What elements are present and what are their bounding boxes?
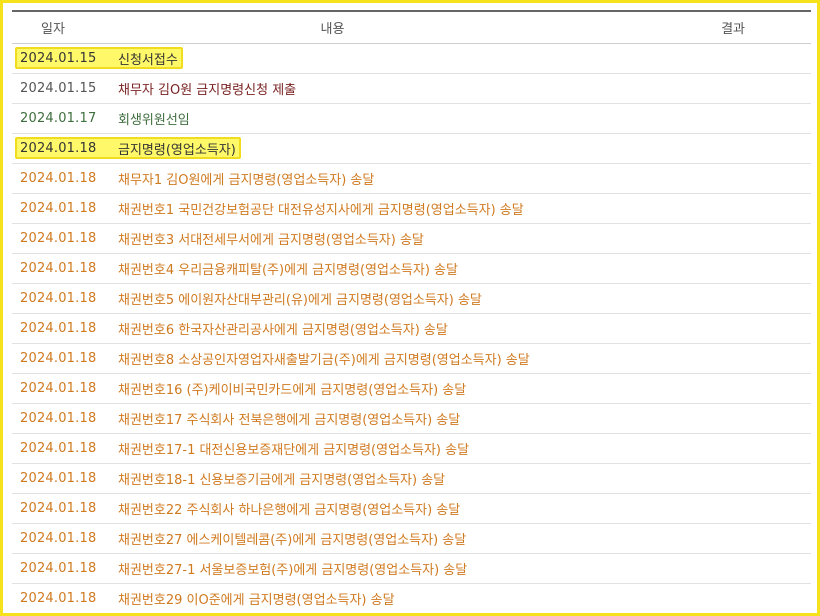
header-date: 일자 [41,22,65,37]
row-content: 채권번호16 (주)케이비국민카드에게 금지명령(영업소득자) 송달 [118,383,467,398]
table-row: 2024.01.18 금지명령(영업소득자) [12,134,811,164]
row-content: 채권번호17 주식회사 전북은행에게 금지명령(영업소득자) 송달 [118,413,461,428]
row-date: 2024.01.18 [20,261,97,276]
table-row: 2024.01.18 채권번호18-1 신용보증기금에게 금지명령(영업소득자) … [12,464,811,494]
row-date: 2024.01.18 [20,141,97,156]
table-row: 2024.01.18 채권번호5 에이원자산대부관리(유)에게 금지명령(영업소득… [12,284,811,314]
row-content: 채권번호5 에이원자산대부관리(유)에게 금지명령(영업소득자) 송달 [118,293,482,308]
row-content: 채권번호8 소상공인자영업자새출발기금(주)에게 금지명령(영업소득자) 송달 [118,353,530,368]
table-row: 2024.01.18 채권번호22 주식회사 하나은행에게 금지명령(영업소득자)… [12,494,811,524]
row-date: 2024.01.18 [20,531,97,546]
row-date: 2024.01.18 [20,201,97,216]
table-row: 2024.01.18 채권번호3 서대전세무서에게 금지명령(영업소득자) 송달 [12,224,811,254]
row-date: 2024.01.18 [20,591,97,606]
table-row: 2024.01.18 채무자1 김O원에게 금지명령(영업소득자) 송달 [12,164,811,194]
table-row: 2024.01.15 채무자 김O원 금지명령신청 제출 [12,74,811,104]
table-header: 일자 내용 결과 [12,12,811,44]
row-date: 2024.01.15 [20,81,97,96]
row-content: 채권번호6 한국자산관리공사에게 금지명령(영업소득자) 송달 [118,323,448,338]
case-history-table: 일자 내용 결과 2024.01.15 신청서접수 2024.01.15 채무자 김O… [12,10,811,613]
row-date: 2024.01.18 [20,501,97,516]
row-date: 2024.01.18 [20,291,97,306]
table-row: 2024.01.18 채권번호4 우리금융캐피탈(주)에게 금지명령(영업소득자)… [12,254,811,284]
row-content: 채무자 김O원 금지명령신청 제출 [118,83,297,98]
header-content: 내용 [320,22,345,37]
table-row: 2024.01.18 채권번호17 주식회사 전북은행에게 금지명령(영업소득자)… [12,404,811,434]
table-row: 2024.01.18 채권번호8 소상공인자영업자새출발기금(주)에게 금지명령(… [12,344,811,374]
row-date: 2024.01.18 [20,231,97,246]
row-content: 회생위원선임 [118,113,190,128]
table-row: 2024.01.15 신청서접수 [12,44,811,74]
row-date: 2024.01.18 [20,351,97,366]
table-row: 2024.01.18 채권번호16 (주)케이비국민카드에게 금지명령(영업소득자… [12,374,811,404]
row-date: 2024.01.17 [20,111,97,126]
row-content: 채권번호17-1 대전신용보증재단에게 금지명령(영업소득자) 송달 [118,443,470,458]
table-row: 2024.01.17 회생위원선임 [12,104,811,134]
table-row: 2024.01.18 채권번호27 에스케이텔레콤(주)에게 금지명령(영업소득자… [12,524,811,554]
row-content: 신청서접수 [118,53,178,68]
table-body: 2024.01.15 신청서접수 2024.01.15 채무자 김O원 금지명령신청 … [12,44,811,613]
table-row: 2024.01.18 채권번호1 국민건강보험공단 대전유성지사에게 금지명령(영… [12,194,811,224]
row-date: 2024.01.18 [20,471,97,486]
page-frame: 일자 내용 결과 2024.01.15 신청서접수 2024.01.15 채무자 김O… [0,0,820,616]
row-content: 금지명령(영업소득자) [118,143,236,158]
row-date: 2024.01.18 [20,561,97,576]
table-row: 2024.01.18 채권번호29 이O준에게 금지명령(영업소득자) 송달 [12,584,811,613]
row-date: 2024.01.18 [20,171,97,186]
row-date: 2024.01.15 [20,51,97,66]
row-content: 채권번호27-1 서울보증보험(주)에게 금지명령(영업소득자) 송달 [118,563,468,578]
row-content: 채권번호18-1 신용보증기금에게 금지명령(영업소득자) 송달 [118,473,446,488]
header-result: 결과 [721,22,745,37]
table-row: 2024.01.18 채권번호6 한국자산관리공사에게 금지명령(영업소득자) 송… [12,314,811,344]
row-content: 채권번호29 이O준에게 금지명령(영업소득자) 송달 [118,593,395,608]
row-content: 채권번호3 서대전세무서에게 금지명령(영업소득자) 송달 [118,233,424,248]
row-content: 채권번호4 우리금융캐피탈(주)에게 금지명령(영업소득자) 송달 [118,263,458,278]
row-date: 2024.01.18 [20,441,97,456]
row-date: 2024.01.18 [20,321,97,336]
row-content: 채권번호1 국민건강보험공단 대전유성지사에게 금지명령(영업소득자) 송달 [118,203,524,218]
row-content: 채권번호27 에스케이텔레콤(주)에게 금지명령(영업소득자) 송달 [118,533,467,548]
table-row: 2024.01.18 채권번호27-1 서울보증보험(주)에게 금지명령(영업소득… [12,554,811,584]
table-row: 2024.01.18 채권번호17-1 대전신용보증재단에게 금지명령(영업소득자… [12,434,811,464]
row-content: 채무자1 김O원에게 금지명령(영업소득자) 송달 [118,173,375,188]
row-content: 채권번호22 주식회사 하나은행에게 금지명령(영업소득자) 송달 [118,503,461,518]
row-date: 2024.01.18 [20,381,97,396]
row-date: 2024.01.18 [20,411,97,426]
